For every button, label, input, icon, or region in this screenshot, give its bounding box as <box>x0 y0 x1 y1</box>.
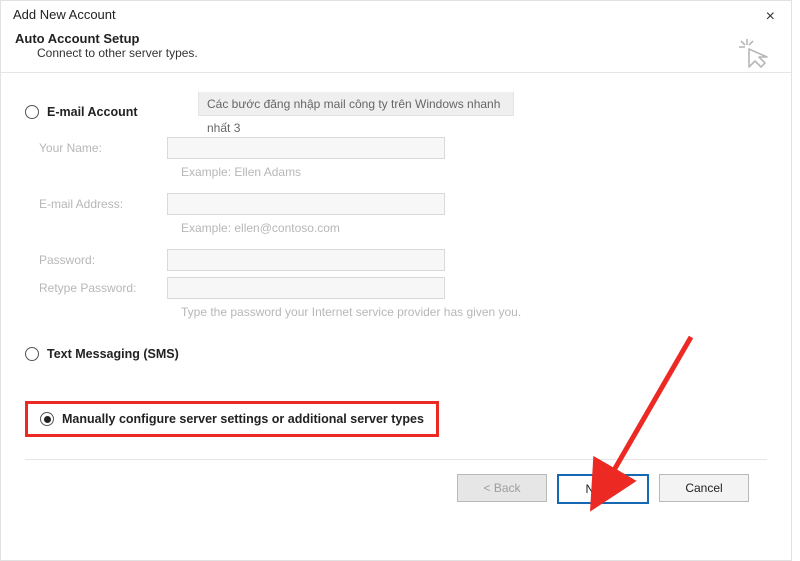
next-button[interactable]: Next > <box>557 474 649 504</box>
radio-label: Text Messaging (SMS) <box>47 347 179 361</box>
password-hint: Type the password your Internet service … <box>181 305 767 319</box>
email-input <box>167 193 445 215</box>
password-input <box>167 249 445 271</box>
your-name-label: Your Name: <box>39 141 167 155</box>
retype-password-input <box>167 277 445 299</box>
add-account-dialog: Add New Account × Auto Account Setup Con… <box>0 0 792 561</box>
your-name-input <box>167 137 445 159</box>
close-icon[interactable]: × <box>758 7 783 27</box>
radio-icon <box>25 105 39 119</box>
password-label: Password: <box>39 253 167 267</box>
email-form: Your Name: Example: Ellen Adams E-mail A… <box>39 137 767 319</box>
header-subtitle: Connect to other server types. <box>37 46 779 60</box>
dialog-body: E-mail Account Your Name: Example: Ellen… <box>1 73 791 504</box>
option-manual-highlight: Manually configure server settings or ad… <box>25 401 439 437</box>
email-label: E-mail Address: <box>39 197 167 211</box>
radio-label: E-mail Account <box>47 105 138 119</box>
radio-icon <box>40 412 54 426</box>
header-title: Auto Account Setup <box>15 31 779 46</box>
cursor-sparkle-icon <box>737 37 771 74</box>
email-hint: Example: ellen@contoso.com <box>181 221 767 235</box>
option-manual-config[interactable]: Manually configure server settings or ad… <box>40 412 424 426</box>
window-title: Add New Account <box>13 7 116 22</box>
your-name-hint: Example: Ellen Adams <box>181 165 767 179</box>
wizard-header: Auto Account Setup Connect to other serv… <box>1 27 791 72</box>
radio-label: Manually configure server settings or ad… <box>62 412 424 426</box>
dialog-footer: < Back Next > Cancel <box>25 460 767 504</box>
option-sms[interactable]: Text Messaging (SMS) <box>25 347 767 361</box>
cancel-button[interactable]: Cancel <box>659 474 749 502</box>
retype-password-label: Retype Password: <box>39 281 167 295</box>
titlebar: Add New Account × <box>1 1 791 27</box>
back-button: < Back <box>457 474 547 502</box>
radio-icon <box>25 347 39 361</box>
option-email-account[interactable]: E-mail Account <box>25 105 767 119</box>
